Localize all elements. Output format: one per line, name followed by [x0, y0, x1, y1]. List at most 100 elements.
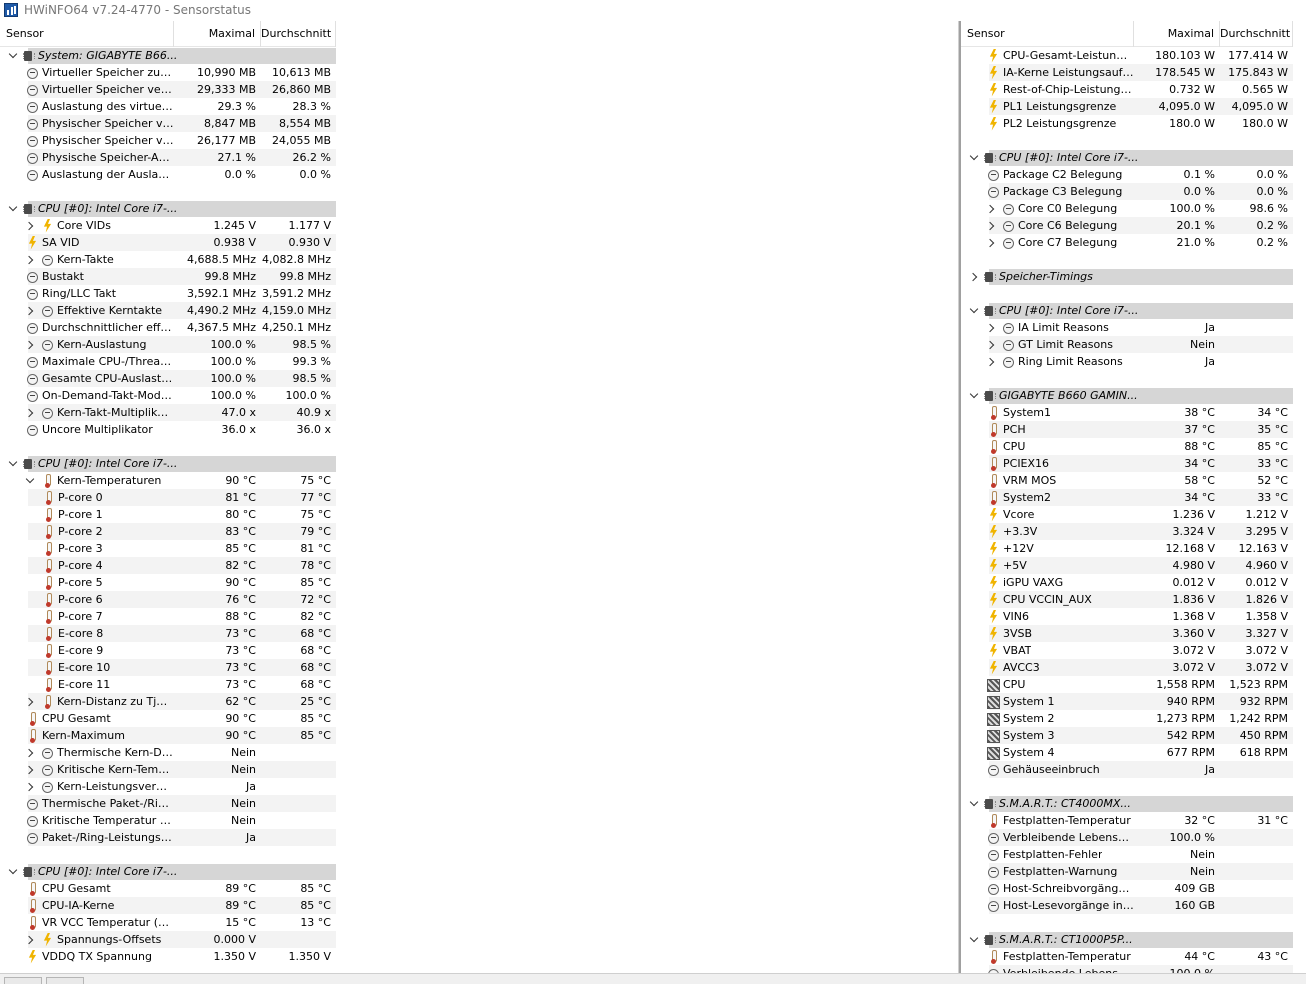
sensor-row[interactable]: Physische Speicher-Ausl... 27.1 % 26.2 %: [0, 149, 958, 166]
sensor-row[interactable]: Kern-Distanz zu TjMAX 62 °C 25 °C: [0, 693, 958, 710]
expand-chevron-icon[interactable]: [25, 336, 35, 353]
sensor-row[interactable]: System 4 677 RPM 618 RPM: [961, 744, 1306, 761]
expand-chevron-icon[interactable]: [25, 217, 35, 234]
column-header-avg[interactable]: Durchschnitt: [1220, 21, 1293, 47]
column-header-sensor[interactable]: Sensor: [0, 21, 174, 47]
collapse-chevron-icon[interactable]: [969, 149, 979, 166]
expand-chevron-icon[interactable]: [25, 693, 35, 710]
collapse-chevron-icon[interactable]: [25, 472, 35, 489]
sensor-row[interactable]: Gehäuseeinbruch Ja: [961, 761, 1306, 778]
expand-chevron-icon[interactable]: [986, 336, 996, 353]
sensor-row[interactable]: Virtueller Speicher zuge... 10,990 MB 10,6…: [0, 64, 958, 81]
sensor-row[interactable]: VRM MOS 58 °C 52 °C: [961, 472, 1306, 489]
sensor-row[interactable]: Spannungs-Offsets 0.000 V: [0, 931, 958, 948]
sensor-group-header[interactable]: CPU [#0]: Intel Core i7-...: [961, 302, 1306, 319]
sensor-row[interactable]: P-core 7 88 °C 82 °C: [0, 608, 958, 625]
sensor-row[interactable]: System1 38 °C 34 °C: [961, 404, 1306, 421]
sensor-row[interactable]: Uncore Multiplikator 36.0 x 36.0 x: [0, 421, 958, 438]
sensor-row[interactable]: CPU VCCIN_AUX 1.836 V 1.826 V: [961, 591, 1306, 608]
collapse-chevron-icon[interactable]: [8, 863, 18, 880]
column-header-max[interactable]: Maximal: [1134, 21, 1220, 47]
sensor-row[interactable]: VR VCC Temperatur (SVID) 15 °C 13 °C: [0, 914, 958, 931]
sensor-row[interactable]: Ring/LLC Takt 3,592.1 MHz 3,591.2 MHz: [0, 285, 958, 302]
expand-chevron-icon[interactable]: [25, 404, 35, 421]
sensor-row[interactable]: Kern-Takt-Multiplikat... 47.0 x 40.9 x: [0, 404, 958, 421]
sensor-row[interactable]: PCH 37 °C 35 °C: [961, 421, 1306, 438]
sensor-row[interactable]: Verbleibende Lebensdau...100.0 %: [961, 965, 1306, 973]
expand-chevron-icon[interactable]: [25, 251, 35, 268]
sensor-row[interactable]: Kritische Temperatur de... Nein: [0, 812, 958, 829]
sensor-row[interactable]: IA-Kerne Leistungsaufn... 178.545 W 175.84…: [961, 64, 1306, 81]
sensor-row[interactable]: Host-Lesevorgänge insg... 160 GB: [961, 897, 1306, 914]
sensor-row[interactable]: P-core 5 90 °C 85 °C: [0, 574, 958, 591]
expand-chevron-icon[interactable]: [986, 319, 996, 336]
column-header-avg[interactable]: Durchschnitt: [261, 21, 336, 47]
sensor-row[interactable]: Core VIDs 1.245 V 1.177 V: [0, 217, 958, 234]
sensor-row[interactable]: CPU-IA-Kerne 89 °C 85 °C: [0, 897, 958, 914]
sensor-row[interactable]: Festplatten-Fehler Nein: [961, 846, 1306, 863]
sensor-row[interactable]: P-core 2 83 °C 79 °C: [0, 523, 958, 540]
sensor-row[interactable]: CPU-Gesamt-Leistungsa... 180.103 W 177.414…: [961, 47, 1306, 64]
sensor-row[interactable]: Kern-Maximum 90 °C 85 °C: [0, 727, 958, 744]
sensor-row[interactable]: Auslastung des virtuelle... 29.3 % 28.3 %: [0, 98, 958, 115]
sensor-row[interactable]: VDDQ TX Spannung 1.350 V 1.350 V: [0, 948, 958, 965]
sensor-row[interactable]: E-core 9 73 °C 68 °C: [0, 642, 958, 659]
sensor-row[interactable]: Paket-/Ring-Leistungsgr... Ja: [0, 829, 958, 846]
toolbar-tab[interactable]: [4, 977, 42, 984]
collapse-chevron-icon[interactable]: [969, 387, 979, 404]
expand-chevron-icon[interactable]: [986, 200, 996, 217]
expand-chevron-icon[interactable]: [25, 744, 35, 761]
sensor-group-header[interactable]: S.M.A.R.T.: CT1000P5P...: [961, 931, 1306, 948]
collapse-chevron-icon[interactable]: [969, 302, 979, 319]
expand-chevron-icon[interactable]: [986, 353, 996, 370]
sensor-row[interactable]: CPU Gesamt 90 °C 85 °C: [0, 710, 958, 727]
sensor-row[interactable]: Kritische Kern-Tempe... Nein: [0, 761, 958, 778]
sensor-row[interactable]: VBAT 3.072 V 3.072 V: [961, 642, 1306, 659]
sensor-row[interactable]: Kern-Takte 4,688.5 MHz 4,082.8 MHz: [0, 251, 958, 268]
collapse-chevron-icon[interactable]: [8, 455, 18, 472]
sensor-row[interactable]: CPU 88 °C 85 °C: [961, 438, 1306, 455]
sensor-row[interactable]: Kern-Auslastung 100.0 % 98.5 %: [0, 336, 958, 353]
sensor-row[interactable]: System 2 1,273 RPM 1,242 RPM: [961, 710, 1306, 727]
toolbar-tab[interactable]: [46, 977, 84, 984]
expand-chevron-icon[interactable]: [986, 234, 996, 251]
sensor-row[interactable]: E-core 8 73 °C 68 °C: [0, 625, 958, 642]
sensor-row[interactable]: Auslastung der Auslager... 0.0 % 0.0 %: [0, 166, 958, 183]
expand-chevron-icon[interactable]: [25, 931, 35, 948]
collapse-chevron-icon[interactable]: [969, 795, 979, 812]
sensor-row[interactable]: Ring Limit Reasons Ja: [961, 353, 1306, 370]
sensor-row[interactable]: Bustakt 99.8 MHz 99.8 MHz: [0, 268, 958, 285]
expand-chevron-icon[interactable]: [25, 778, 35, 795]
sensor-row[interactable]: Gesamte CPU-Auslastung 100.0 % 98.5 %: [0, 370, 958, 387]
sensor-group-header[interactable]: CPU [#0]: Intel Core i7-...: [0, 455, 958, 472]
sensor-group-header[interactable]: S.M.A.R.T.: CT4000MX...: [961, 795, 1306, 812]
sensor-row[interactable]: GT Limit Reasons Nein: [961, 336, 1306, 353]
sensor-row[interactable]: Kern-Temperaturen 90 °C 75 °C: [0, 472, 958, 489]
sensor-row[interactable]: IA Limit Reasons Ja: [961, 319, 1306, 336]
column-header-sensor[interactable]: Sensor: [961, 21, 1134, 47]
sensor-row[interactable]: Rest-of-Chip-Leistungsa... 0.732 W 0.565 W: [961, 81, 1306, 98]
sensor-row[interactable]: System 3 542 RPM 450 RPM: [961, 727, 1306, 744]
sensor-row[interactable]: Core C0 Belegung 100.0 % 98.6 %: [961, 200, 1306, 217]
sensor-row[interactable]: Physischer Speicher ver... 8,847 MB 8,554 …: [0, 115, 958, 132]
sensor-row[interactable]: SA VID 0.938 V 0.930 V: [0, 234, 958, 251]
sensor-row[interactable]: P-core 4 82 °C 78 °C: [0, 557, 958, 574]
expand-chevron-icon[interactable]: [25, 761, 35, 778]
sensor-row[interactable]: Thermische Kern-Dro... Nein: [0, 744, 958, 761]
sensor-group-header[interactable]: System: GIGABYTE B66...: [0, 47, 958, 64]
sensor-row[interactable]: CPU Gesamt 89 °C 85 °C: [0, 880, 958, 897]
sensor-row[interactable]: CPU 1,558 RPM 1,523 RPM: [961, 676, 1306, 693]
sensor-row[interactable]: VIN6 1.368 V 1.358 V: [961, 608, 1306, 625]
sensor-group-header[interactable]: CPU [#0]: Intel Core i7-...: [961, 149, 1306, 166]
column-header-max[interactable]: Maximal: [174, 21, 261, 47]
sensor-row[interactable]: Core C7 Belegung 21.0 % 0.2 %: [961, 234, 1306, 251]
sensor-row[interactable]: E-core 11 73 °C 68 °C: [0, 676, 958, 693]
sensor-row[interactable]: On-Demand-Takt-Modul... 100.0 % 100.0 %: [0, 387, 958, 404]
sensor-row[interactable]: 3VSB 3.360 V 3.327 V: [961, 625, 1306, 642]
collapse-chevron-icon[interactable]: [8, 200, 18, 217]
sensor-row[interactable]: PCIEX16 34 °C 33 °C: [961, 455, 1306, 472]
sensor-row[interactable]: Core C6 Belegung 20.1 % 0.2 %: [961, 217, 1306, 234]
sensor-table-right[interactable]: Sensor Maximal Durchschnitt CPU-Gesamt-L…: [961, 21, 1306, 973]
sensor-row[interactable]: Virtueller Speicher verfü... 29,333 MB 26,…: [0, 81, 958, 98]
sensor-row[interactable]: Vcore 1.236 V 1.212 V: [961, 506, 1306, 523]
